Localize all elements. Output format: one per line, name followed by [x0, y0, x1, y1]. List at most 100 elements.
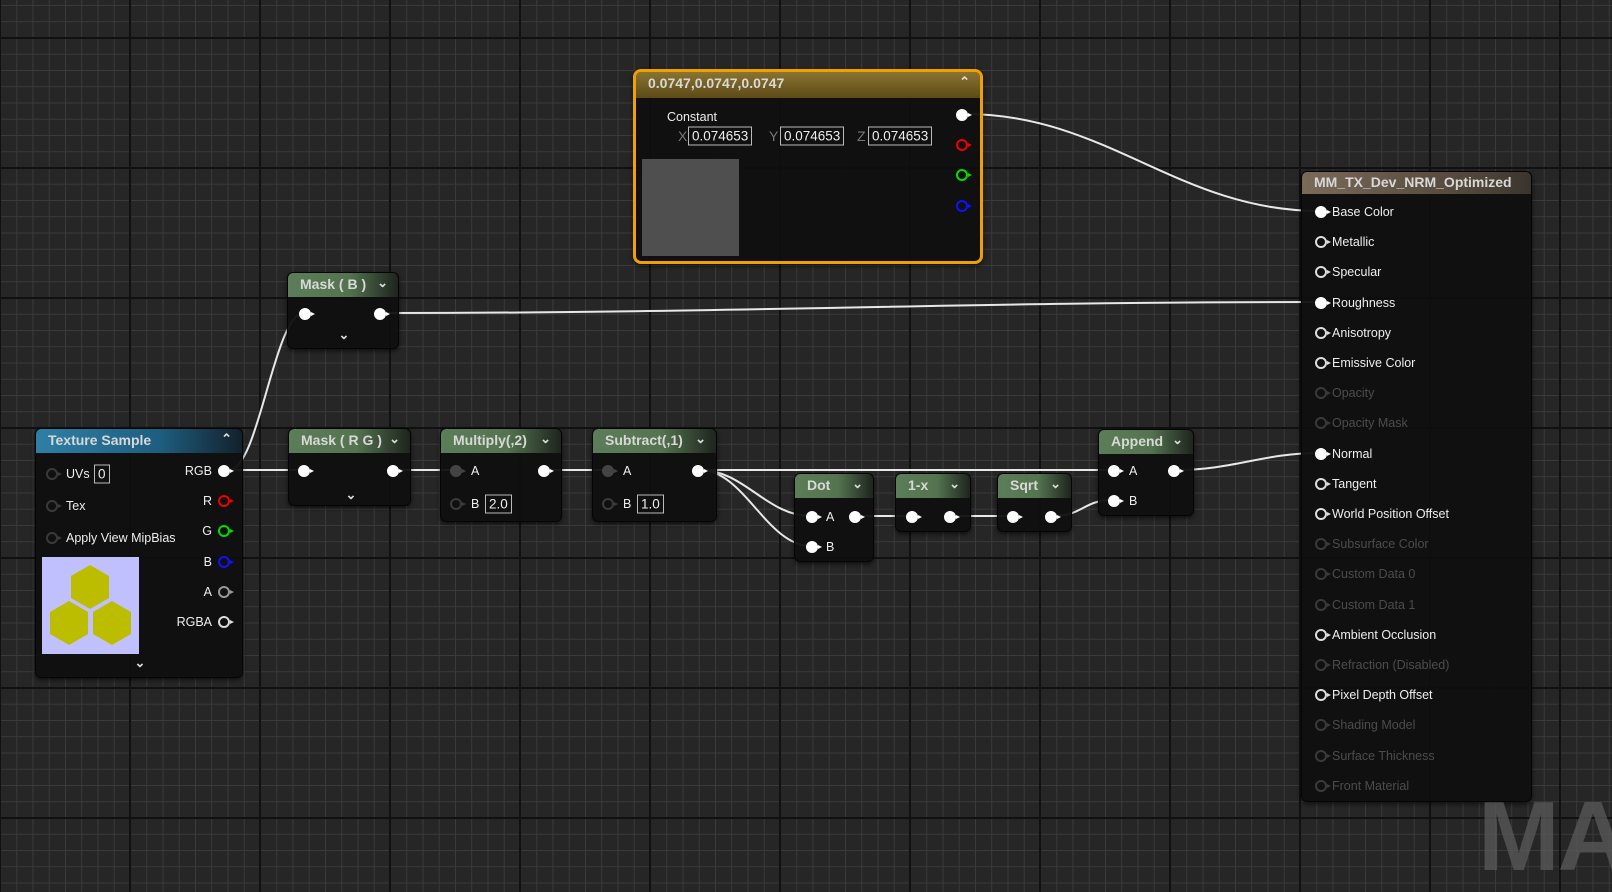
node-header[interactable]: Subtract(,1) ⌄: [593, 429, 716, 453]
input-pin-world-position-offset[interactable]: [1315, 508, 1331, 520]
texture-sample-node[interactable]: Texture Sample ⌃ UVs 0 Tex Apply View Mi…: [35, 428, 243, 678]
chevron-up-icon[interactable]: ⌃: [221, 431, 232, 447]
input-pin-b[interactable]: [1108, 495, 1124, 507]
chevron-down-icon[interactable]: ⌄: [852, 476, 863, 492]
chevron-down-icon[interactable]: ⌄: [949, 476, 960, 492]
tex-label: Tex: [66, 499, 86, 513]
node-header[interactable]: Texture Sample ⌃: [36, 429, 242, 453]
z-value-field[interactable]: 0.074653: [868, 126, 933, 146]
mask-b-node[interactable]: Mask ( B ) ⌄ ⌄: [287, 272, 399, 349]
input-pin-specular[interactable]: [1315, 266, 1331, 279]
wire-append-to-normal[interactable]: [1175, 452, 1321, 471]
input-pin-custom-data-1[interactable]: [1315, 598, 1331, 611]
wire-constant-to-base-color[interactable]: [964, 113, 1321, 212]
input-pin-subsurface-color[interactable]: [1315, 538, 1331, 551]
input-pin-normal[interactable]: [1315, 447, 1331, 460]
input-pin-roughness[interactable]: [1315, 296, 1331, 309]
input-pin-emissive-color[interactable]: [1315, 357, 1331, 369]
chevron-down-icon[interactable]: ⌄: [389, 431, 400, 447]
input-pin-ambient-occlusion[interactable]: [1315, 628, 1331, 641]
input-pin-custom-data-0[interactable]: [1315, 568, 1331, 581]
chevron-down-icon[interactable]: ⌄: [1172, 432, 1183, 448]
chevron-up-icon[interactable]: ⌃: [959, 74, 970, 90]
chevron-down-icon[interactable]: ⌄: [135, 655, 146, 671]
output-pin[interactable]: [849, 511, 865, 523]
dot-node[interactable]: Dot ⌄ A B: [794, 473, 874, 562]
input-pin-opacity-mask[interactable]: [1315, 417, 1331, 430]
input-pin-a[interactable]: [806, 511, 822, 523]
subtract-node[interactable]: Subtract(,1) ⌄ A B 1.0: [592, 428, 717, 522]
b-value-field[interactable]: 1.0: [637, 494, 664, 514]
input-pin-a[interactable]: [602, 465, 618, 477]
x-value-field[interactable]: 0.074653: [688, 126, 753, 146]
input-pin-a[interactable]: [450, 465, 466, 477]
chevron-down-icon[interactable]: ⌄: [377, 275, 388, 291]
input-pin-b[interactable]: [602, 498, 618, 510]
output-pin-g[interactable]: [956, 169, 972, 181]
node-header[interactable]: Mask ( B ) ⌄: [288, 273, 398, 297]
input-pin-tangent[interactable]: [1315, 477, 1331, 490]
chevron-down-icon[interactable]: ⌄: [339, 327, 350, 343]
output-pin-rgb[interactable]: [956, 109, 972, 121]
chevron-down-icon[interactable]: ⌄: [540, 431, 551, 447]
output-pin[interactable]: [692, 465, 708, 477]
one-minus-node[interactable]: 1-x ⌄: [895, 473, 971, 532]
node-header[interactable]: 0.0747,0.0747,0.0747 ⌃: [636, 72, 980, 98]
chevron-down-icon[interactable]: ⌄: [695, 431, 706, 447]
chevron-down-icon[interactable]: ⌄: [1050, 476, 1061, 492]
output-pin[interactable]: [374, 308, 390, 320]
input-pin-b[interactable]: [806, 541, 822, 553]
input-pin-refraction-disabled[interactable]: [1315, 659, 1331, 671]
mask-rg-node[interactable]: Mask ( R G ) ⌄ ⌄: [288, 428, 411, 506]
input-pin-tex[interactable]: [46, 500, 62, 512]
uvs-field[interactable]: 0: [94, 464, 110, 484]
input-pin-opacity[interactable]: [1315, 387, 1331, 400]
input-pin-b[interactable]: [450, 498, 466, 510]
material-output-node[interactable]: MM_TX_Dev_NRM_Optimized Base Color Metall…: [1301, 171, 1532, 802]
input-pin-surface-thickness[interactable]: [1315, 749, 1331, 762]
input-pin-uvs[interactable]: [46, 468, 62, 480]
input-pin-a[interactable]: [1108, 465, 1124, 477]
output-pin[interactable]: [944, 511, 960, 523]
node-title: Append: [1111, 433, 1164, 449]
input-pin-base-color[interactable]: [1315, 206, 1331, 218]
output-pin-r[interactable]: [956, 139, 972, 151]
output-pin[interactable]: [1045, 511, 1061, 523]
input-pin[interactable]: [906, 511, 922, 523]
input-pin-mipbias[interactable]: [46, 532, 62, 544]
output-pin-rgba[interactable]: [218, 616, 234, 628]
output-pin[interactable]: [538, 465, 554, 477]
node-header[interactable]: 1-x ⌄: [896, 474, 970, 498]
output-pin-b[interactable]: [218, 556, 234, 568]
input-pin-front-material[interactable]: [1315, 779, 1331, 792]
node-header[interactable]: Mask ( R G ) ⌄: [289, 429, 410, 453]
node-header[interactable]: Dot ⌄: [795, 474, 873, 498]
output-pin-g[interactable]: [218, 525, 234, 537]
input-pin[interactable]: [298, 465, 314, 477]
output-pin-a[interactable]: [218, 586, 234, 598]
node-header[interactable]: Sqrt ⌄: [998, 474, 1071, 498]
output-pin[interactable]: [1168, 465, 1184, 477]
output-pin[interactable]: [387, 465, 403, 477]
node-header[interactable]: Append ⌄: [1099, 430, 1193, 454]
constant3-node[interactable]: 0.0747,0.0747,0.0747 ⌃ Constant X 0.0746…: [633, 69, 983, 264]
output-pin-b[interactable]: [956, 200, 972, 212]
input-pin[interactable]: [1007, 511, 1023, 523]
input-pin-pixel-depth-offset[interactable]: [1315, 689, 1331, 702]
node-header[interactable]: Multiply(,2) ⌄: [441, 429, 561, 453]
multiply-node[interactable]: Multiply(,2) ⌄ A B 2.0: [440, 428, 562, 522]
mipbias-label: Apply View MipBias: [66, 531, 176, 545]
node-header[interactable]: MM_TX_Dev_NRM_Optimized: [1302, 172, 1531, 194]
output-pin-r[interactable]: [218, 495, 234, 507]
sqrt-node[interactable]: Sqrt ⌄: [997, 473, 1072, 532]
input-pin-metallic[interactable]: [1315, 236, 1331, 249]
input-pin-shading-model[interactable]: [1315, 719, 1331, 732]
append-node[interactable]: Append ⌄ A B: [1098, 429, 1194, 516]
y-value-field[interactable]: 0.074653: [780, 126, 845, 146]
chevron-down-icon[interactable]: ⌄: [346, 487, 357, 503]
input-pin[interactable]: [299, 308, 315, 320]
wire-mask-b-to-roughness[interactable]: [381, 301, 1321, 314]
b-value-field[interactable]: 2.0: [485, 494, 512, 514]
output-pin-rgb[interactable]: [218, 465, 234, 477]
input-pin-anisotropy[interactable]: [1315, 326, 1331, 339]
